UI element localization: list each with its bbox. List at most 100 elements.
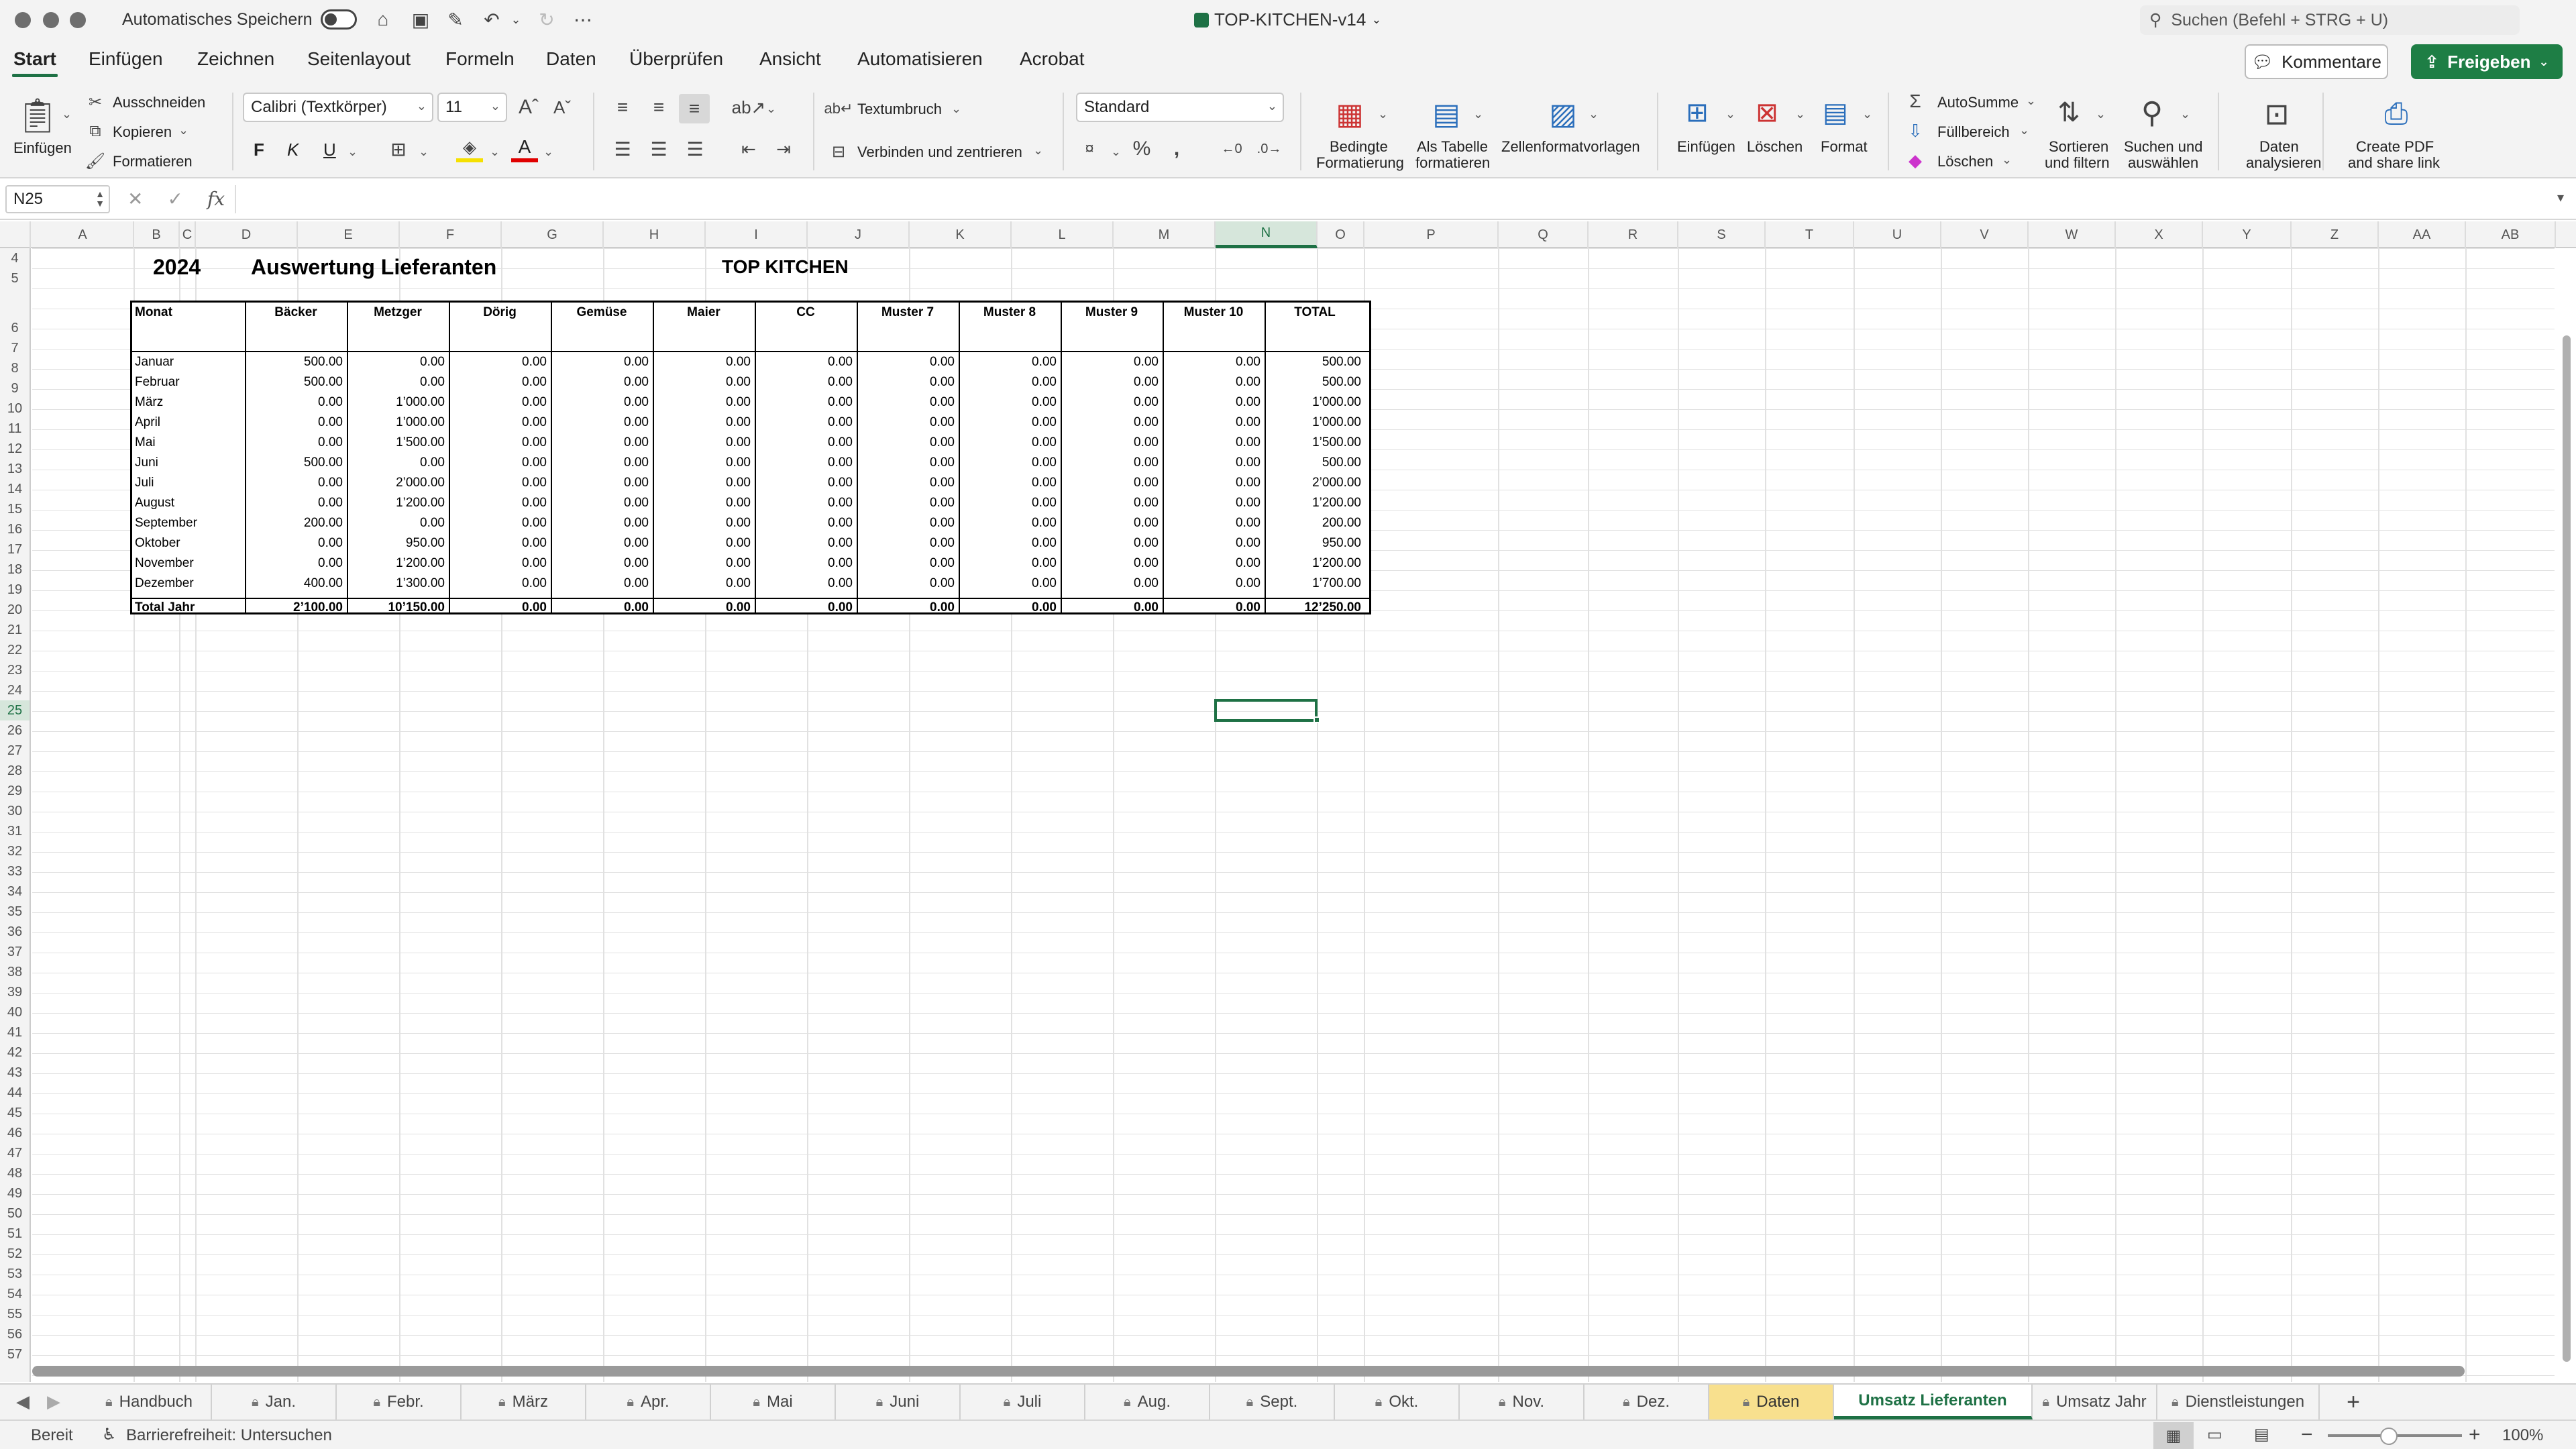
horizontal-scrollbar[interactable] [32,1366,2465,1377]
tab-zeichnen[interactable]: Zeichnen [197,48,274,70]
row-header-20[interactable]: 20 [0,600,30,620]
table-cell[interactable]: 1’000.00 [1266,415,1361,430]
table-cell[interactable]: 0.00 [450,375,547,390]
row-header-24[interactable]: 24 [0,680,30,700]
comments-button[interactable]: 💬︎ Kommentare [2245,44,2388,79]
sheet-tab-juni[interactable]: 🔒︎ Juni [836,1385,961,1419]
table-header-cell[interactable]: Muster 10 [1164,305,1263,320]
column-header-f[interactable]: F [400,221,502,248]
column-header-k[interactable]: K [910,221,1012,248]
share-button[interactable]: ⇪ Freigeben ⌄ [2411,44,2563,79]
table-row-month[interactable]: Februar [135,375,180,390]
increase-indent-icon[interactable]: ⇥ [770,136,797,162]
column-header-z[interactable]: Z [2292,221,2379,248]
table-row-month[interactable]: Januar [135,355,174,370]
table-cell[interactable]: 0.00 [858,435,955,450]
tab-start[interactable]: Start [13,48,56,70]
row-header-28[interactable]: 28 [0,761,30,781]
row-header-11[interactable]: 11 [0,419,30,439]
table-cell[interactable]: 0.00 [1164,556,1260,571]
row-header-5[interactable]: 5 [0,268,30,288]
page-break-view-icon[interactable]: ▤ [2254,1425,2269,1444]
total-cell[interactable]: 10’150.00 [348,600,445,615]
cut-button[interactable]: Ausschneiden [113,94,205,111]
table-cell[interactable]: 0.00 [450,516,547,531]
row-header-44[interactable]: 44 [0,1083,30,1103]
column-header-b[interactable]: B [134,221,180,248]
row-header-4[interactable]: 4 [0,248,30,268]
column-header-r[interactable]: R [1589,221,1678,248]
format-as-table-label-2[interactable]: formatieren [1415,154,1490,172]
table-cell[interactable]: 0.00 [1062,496,1159,511]
table-cell[interactable]: 0.00 [348,375,445,390]
decrease-indent-icon[interactable]: ⇤ [735,136,762,162]
column-header-s[interactable]: S [1678,221,1766,248]
table-cell[interactable]: 0.00 [450,395,547,410]
table-cell[interactable]: 0.00 [1062,415,1159,430]
table-cell[interactable]: 500.00 [1266,455,1361,470]
row-header-27[interactable]: 27 [0,741,30,761]
table-cell[interactable]: 0.00 [858,415,955,430]
table-cell[interactable]: 0.00 [552,435,649,450]
table-cell[interactable]: 0.00 [552,576,649,591]
table-cell[interactable]: 0.00 [1164,395,1260,410]
table-cell[interactable]: 0.00 [1062,556,1159,571]
row-header-42[interactable]: 42 [0,1042,30,1063]
table-header-cell[interactable]: Monat [135,305,172,320]
borders-dropdown-icon[interactable]: ⌄ [419,145,429,159]
merge-icon[interactable]: ⊟ [826,140,851,164]
table-cell[interactable]: 0.00 [858,375,955,390]
sort-dropdown-icon[interactable]: ⌄ [2096,107,2106,121]
table-cell[interactable]: 0.00 [858,496,955,511]
underline-button[interactable]: U [323,140,336,160]
column-header-x[interactable]: X [2116,221,2203,248]
undo-icon[interactable]: ↶ [479,7,504,32]
row-header-6[interactable]: 6 [0,288,30,338]
column-header-v[interactable]: V [1941,221,2029,248]
fill-color-icon[interactable]: ◈ [456,136,483,162]
table-cell[interactable]: 500.00 [1266,375,1361,390]
table-cell[interactable]: 0.00 [1062,476,1159,490]
wrap-text-button[interactable]: Textumbruch [857,101,942,118]
table-cell[interactable]: 0.00 [654,576,751,591]
analyze-data-label-1[interactable]: Daten [2259,138,2299,156]
table-cell[interactable]: 1’200.00 [1266,556,1361,571]
table-cell[interactable]: 0.00 [552,355,649,370]
sheet-tab-umsatz-jahr[interactable]: 🔒︎ Umsatz Jahr [2033,1385,2157,1419]
table-cell[interactable]: 2’000.00 [1266,476,1361,490]
row-header-9[interactable]: 9 [0,378,30,398]
table-cell[interactable]: 0.00 [450,415,547,430]
row-header-57[interactable]: 57 [0,1344,30,1364]
save-as-icon[interactable]: ✎ [443,7,468,32]
table-cell[interactable]: 0.00 [552,455,649,470]
table-cell[interactable]: 0.00 [960,455,1057,470]
zoom-window-button[interactable] [70,12,86,28]
borders-icon[interactable]: ⊞ [385,136,412,162]
brush-icon[interactable]: 🖌︎ [85,150,106,172]
conditional-format-dropdown-icon[interactable]: ⌄ [1378,107,1388,121]
fill-dropdown-icon[interactable]: ⌄ [2019,123,2029,138]
row-header-34[interactable]: 34 [0,881,30,902]
cell-styles-dropdown-icon[interactable]: ⌄ [1589,107,1599,121]
paste-dropdown-icon[interactable]: ⌄ [62,107,72,121]
formula-input[interactable] [241,185,2549,213]
table-row-month[interactable]: August [135,496,174,511]
table-cell[interactable]: 0.00 [552,415,649,430]
percent-icon[interactable]: % [1128,136,1155,162]
total-cell[interactable]: 0.00 [756,600,853,615]
table-cell[interactable]: 0.00 [756,536,853,551]
create-pdf-label-2[interactable]: and share link [2348,154,2440,172]
conditional-format-icon[interactable]: ▦ [1330,94,1370,134]
table-cell[interactable]: 0.00 [756,375,853,390]
table-cell[interactable]: 0.00 [552,516,649,531]
paste-button[interactable]: Einfügen [13,140,72,157]
insert-cells-button[interactable]: Einfügen [1677,138,1735,156]
align-bottom-icon[interactable]: ≡ [679,94,710,123]
insert-dropdown-icon[interactable]: ⌄ [1725,107,1735,121]
format-as-table-label-1[interactable]: Als Tabelle [1417,138,1488,156]
report-title-cell[interactable]: Auswertung Lieferanten [251,255,496,280]
zoom-out-icon[interactable]: − [2301,1424,2313,1446]
table-cell[interactable]: 0.00 [756,576,853,591]
table-cell[interactable]: 500.00 [246,455,343,470]
table-cell[interactable]: 0.00 [246,496,343,511]
